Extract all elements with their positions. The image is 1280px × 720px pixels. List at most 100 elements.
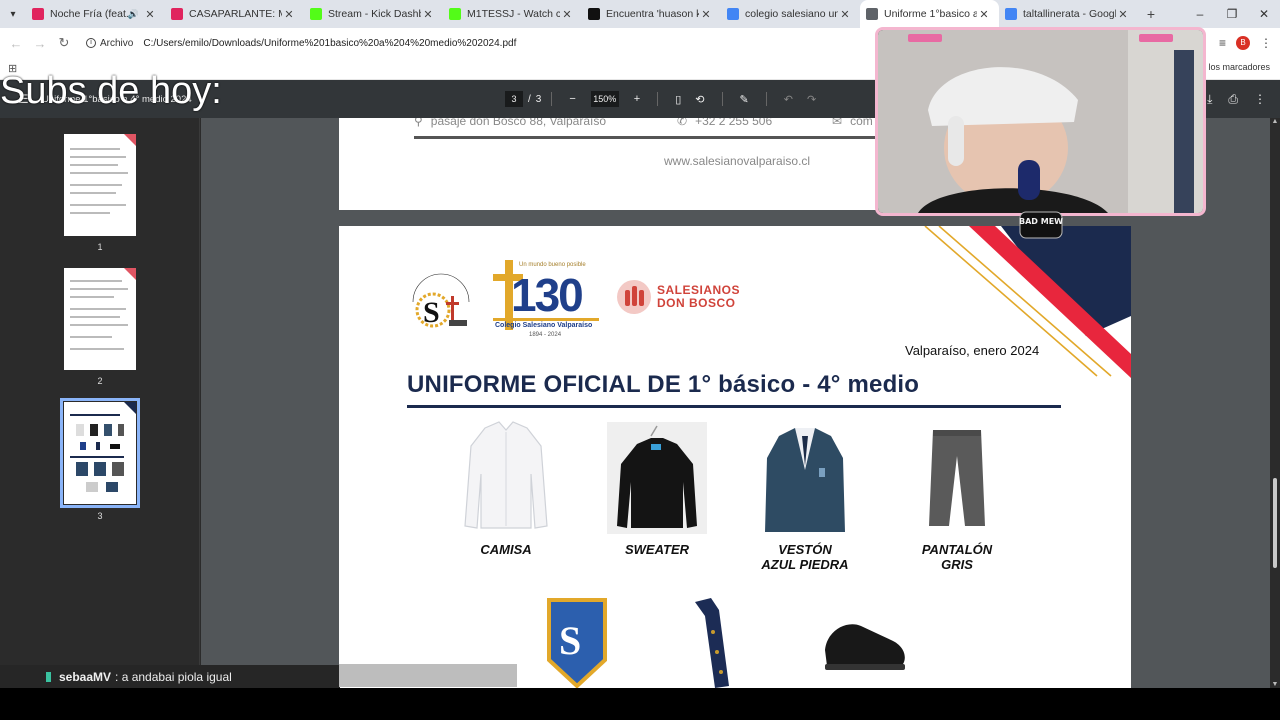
tab-title: taltallinerata - Google Se (1023, 8, 1116, 20)
frame-tag-left (908, 34, 942, 42)
text-line (70, 204, 126, 206)
more-options-icon[interactable]: ⋮ (1254, 92, 1266, 106)
seal-book (449, 320, 467, 326)
divider (765, 92, 767, 106)
maximize-button[interactable]: ❐ (1216, 0, 1248, 28)
seal-cross (451, 296, 454, 320)
close-tab-icon[interactable]: ✕ (282, 8, 296, 21)
close-tab-icon[interactable]: ✕ (421, 8, 435, 21)
close-tab-icon[interactable]: ✕ (143, 8, 157, 21)
close-tab-icon[interactable]: ✕ (838, 8, 852, 21)
salesianos-emblem-icon (617, 280, 651, 314)
browser-tab[interactable]: Stream - Kick Dashboard✕ (304, 0, 443, 28)
download-icon[interactable]: ⤓ (1207, 92, 1212, 107)
annotate-icon[interactable]: ✎ (740, 93, 749, 106)
browser-tab[interactable]: taltallinerata - Google Se✕ (999, 0, 1138, 28)
window-controls: – ❐ ✕ (1184, 0, 1280, 28)
text-line (70, 296, 114, 298)
uniform-item-shirt: CAMISA (451, 416, 561, 566)
seal-cross (446, 302, 459, 305)
trousers-waistband (933, 430, 981, 436)
navy-stripe (1001, 226, 1131, 336)
browser-tab[interactable]: colegio salesiano uniform✕ (721, 0, 860, 28)
close-tab-icon[interactable]: ✕ (699, 8, 713, 21)
forward-button[interactable]: → (28, 36, 52, 51)
frame-tag-right (1139, 34, 1173, 42)
print-icon[interactable]: ⎙ (1228, 92, 1238, 107)
divider (657, 92, 659, 106)
contact-email: ✉ com (832, 118, 873, 128)
text-line (70, 192, 116, 194)
thumbnail-sidebar: 1 2 3 (0, 118, 200, 688)
reload-button[interactable]: ↻ (52, 35, 76, 51)
bad-mew-logo: BAD MEW (1019, 211, 1063, 239)
page-number-input[interactable]: 3 (505, 91, 523, 107)
item-label-line1: SWEATER (624, 542, 690, 557)
overlay-bar (339, 664, 517, 687)
info-icon: i (86, 38, 96, 48)
zoom-in-button[interactable]: + (634, 93, 640, 105)
close-tab-icon[interactable]: ✕ (560, 8, 574, 21)
site-info-chip[interactable]: i Archivo (86, 38, 133, 49)
blazer-crest (819, 468, 825, 477)
browser-tab[interactable]: M1TESSJ - Watch clips on✕ (443, 0, 582, 28)
figure (632, 286, 637, 306)
emblem-figures (625, 286, 644, 306)
page-thumbnail-2[interactable] (64, 268, 136, 370)
url-text[interactable]: C:/Users/emilo/Downloads/Uniforme%201bas… (143, 38, 516, 49)
minimize-button[interactable]: – (1184, 0, 1216, 28)
close-tab-icon[interactable]: ✕ (977, 8, 991, 21)
tie-dot (715, 650, 719, 654)
item-mini (76, 462, 88, 476)
shoe-shape (825, 624, 905, 666)
title-underline (407, 405, 1061, 408)
vertical-scrollbar[interactable]: ▲ ▼ (1270, 118, 1280, 688)
close-tab-icon[interactable]: ✕ (1116, 8, 1130, 21)
logo-text: BAD MEW (1019, 217, 1063, 226)
browser-tab[interactable]: Noche Fría (feat. Yom🔊 ✕ (26, 0, 165, 28)
item-mini (104, 424, 112, 436)
page-thumbnail-1[interactable] (64, 134, 136, 236)
item-mini (76, 424, 84, 436)
address-bar[interactable]: i Archivo C:/Users/emilo/Downloads/Unifor… (86, 31, 516, 55)
undo-icon[interactable]: ↶ (784, 93, 793, 106)
pdf-actions: ⤓ ⎙ ⋮ (1207, 80, 1266, 118)
phone-text: +32 2 255 506 (695, 118, 773, 128)
webcam-headset (948, 116, 964, 166)
salesianos-don-bosco-logo: SALESIANOS DON BOSCO (617, 280, 740, 314)
corner-decoration (124, 134, 136, 146)
scroll-down-arrow-icon[interactable]: ▼ (1270, 681, 1280, 688)
contact-address: ⚲ pasaje don Bosco 88, Valparaíso (414, 118, 606, 128)
tab-search-button[interactable]: ▾ (0, 0, 26, 28)
sweater-shape (617, 438, 697, 528)
scrollbar-thumb[interactable] (1273, 478, 1277, 568)
new-tab-button[interactable]: + (1138, 6, 1164, 22)
profile-avatar[interactable]: B (1236, 36, 1250, 50)
redo-icon[interactable]: ↷ (807, 93, 816, 106)
speaker-icon[interactable]: 🔊 (128, 9, 139, 20)
more-menu-icon[interactable]: ⋮ (1260, 36, 1272, 50)
zoom-input[interactable]: 150% (590, 91, 619, 107)
document-date: Valparaíso, enero 2024 (905, 343, 1040, 358)
fit-page-icon[interactable]: ▯ (675, 93, 681, 106)
playlist-icon[interactable]: ≡ (1219, 36, 1226, 50)
back-button[interactable]: ← (4, 36, 28, 51)
close-window-button[interactable]: ✕ (1248, 0, 1280, 28)
email-text: com (850, 118, 873, 128)
chat-message: sebaaMV : a andabai piola igual (0, 665, 340, 688)
subs-overlay-label: Subs de hoy: (0, 70, 222, 112)
browser-tab[interactable]: Encuentra 'huason king' -✕ (582, 0, 721, 28)
tie-dot (719, 670, 723, 674)
rotate-icon[interactable]: ⟲ (695, 93, 704, 106)
zoom-out-button[interactable]: − (569, 93, 575, 105)
page-thumbnail-3[interactable] (60, 398, 140, 508)
sweater-image (617, 425, 697, 528)
hanger-hook (650, 425, 658, 437)
chat-username: sebaaMV (59, 669, 112, 684)
browser-tab[interactable]: CASAPARLANTE: MIKY W✕ (165, 0, 304, 28)
tab-title: colegio salesiano uniform (745, 8, 838, 20)
logo-number: 130 (511, 269, 584, 321)
scroll-up-arrow-icon[interactable]: ▲ (1270, 118, 1280, 125)
youtube-icon (171, 8, 183, 20)
browser-tab[interactable]: Uniforme 1°basico a 4° m✕ (860, 0, 999, 28)
